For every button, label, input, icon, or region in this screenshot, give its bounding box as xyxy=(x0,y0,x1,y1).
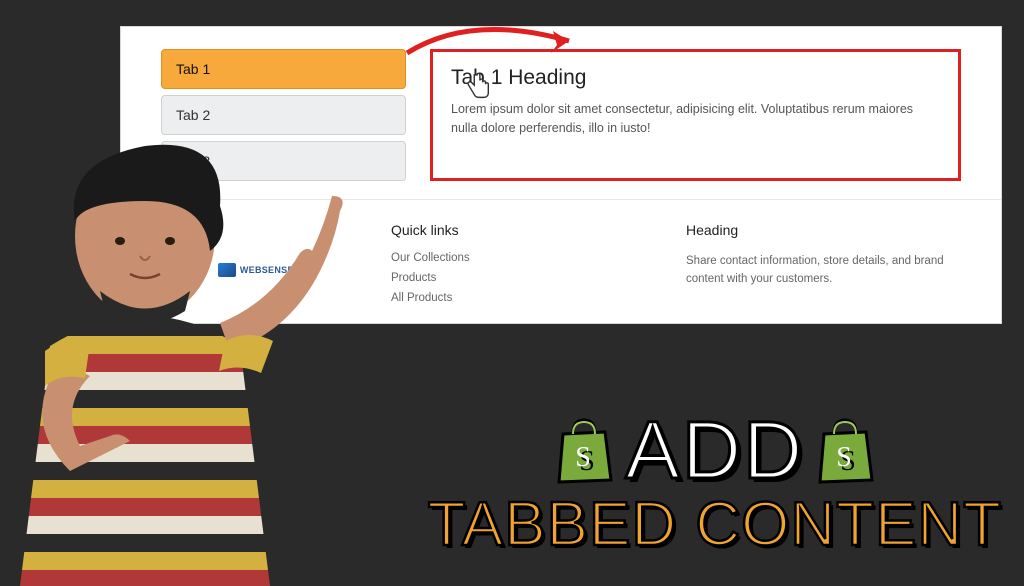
tab-heading: Tab 1 Heading xyxy=(451,66,940,90)
footer-info-column: Heading Share contact information, store… xyxy=(686,222,961,312)
footer-quicklinks-column: Quick links Our Collections Products All… xyxy=(391,222,666,312)
svg-text:S: S xyxy=(575,442,593,473)
footer-info-text: Share contact information, store details… xyxy=(686,252,961,289)
footer-link-all-products[interactable]: All Products xyxy=(391,292,666,304)
footer-link-products[interactable]: Products xyxy=(391,272,666,284)
footer-link-collections[interactable]: Our Collections xyxy=(391,252,666,264)
svg-text:S: S xyxy=(837,442,855,473)
title-line-1: S ADD S xyxy=(428,412,1002,490)
tab-content-panel: Tab 1 Heading Lorem ipsum dolor sit amet… xyxy=(430,49,961,181)
tab-body-text: Lorem ipsum dolor sit amet consectetur, … xyxy=(451,100,940,139)
tab-1[interactable]: Tab 1 xyxy=(161,49,406,89)
quicklinks-heading: Quick links xyxy=(391,222,666,238)
title-line-2: TABBED CONTENT xyxy=(428,494,1002,556)
presenter-person xyxy=(0,126,410,586)
title-word-add: ADD xyxy=(625,412,804,490)
shopify-icon: S xyxy=(814,416,876,486)
video-title-overlay: S ADD S TABBED CONTENT xyxy=(428,412,1002,556)
shopify-icon: S xyxy=(553,416,615,486)
footer-info-heading: Heading xyxy=(686,222,961,238)
